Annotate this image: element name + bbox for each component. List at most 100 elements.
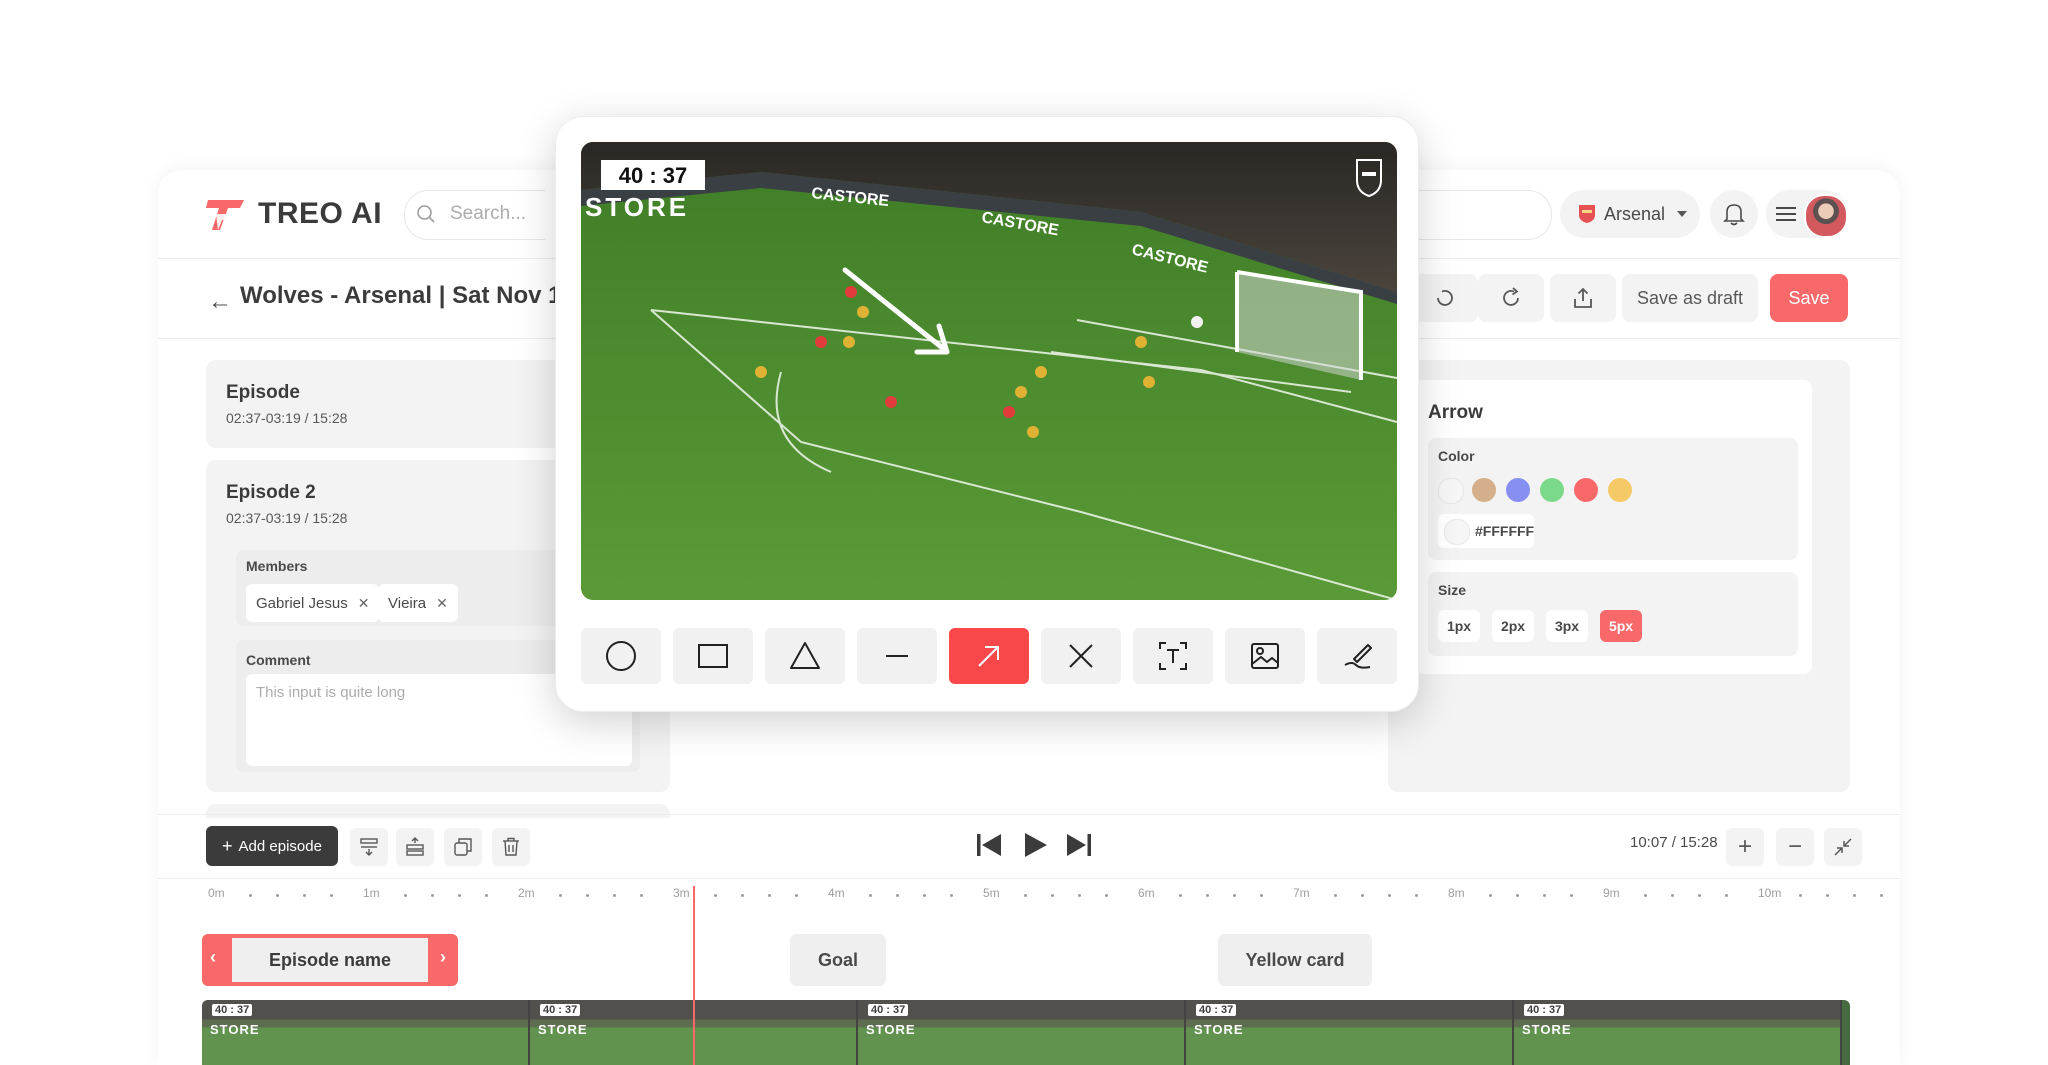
episode-card-partial[interactable] xyxy=(206,804,670,818)
size-option-1px[interactable]: 1px xyxy=(1438,610,1480,642)
member-chip[interactable]: Vieira ✕ xyxy=(378,584,458,622)
ruler-tick-dot xyxy=(714,894,717,897)
hamburger-menu-icon[interactable] xyxy=(1776,206,1796,222)
brand-name: TREO AI xyxy=(258,197,383,230)
size-option-2px[interactable]: 2px xyxy=(1492,610,1534,642)
ruler-tick-dot xyxy=(303,894,306,897)
pen-tool[interactable] xyxy=(1317,628,1397,684)
skip-back-icon[interactable] xyxy=(976,832,1002,858)
filmstrip-frame: 40 : 37 STORE xyxy=(202,1000,530,1065)
properties-title: Arrow xyxy=(1428,402,1483,423)
match-title: Wolves - Arsenal | Sat Nov 12 - xyxy=(240,282,590,309)
avatar[interactable] xyxy=(1804,194,1848,238)
comment-label: Comment xyxy=(246,652,311,668)
frame-clock: 40 : 37 xyxy=(1196,1004,1237,1016)
color-swatch-red[interactable] xyxy=(1574,478,1598,502)
notifications-button[interactable] xyxy=(1710,190,1758,238)
ruler-tick-dot xyxy=(1543,894,1546,897)
remove-member-icon[interactable]: ✕ xyxy=(358,595,370,612)
ruler-tick-dot xyxy=(586,894,589,897)
save-as-draft-button[interactable]: Save as draft xyxy=(1622,274,1758,322)
undo-button[interactable] xyxy=(1412,274,1478,322)
triangle-tool[interactable] xyxy=(765,628,845,684)
video-filmstrip[interactable]: 40 : 37 STORE 40 : 37 STORE 40 : 37 STORE 4… xyxy=(202,1000,1850,1065)
member-name: Vieira xyxy=(388,594,427,612)
skip-forward-icon[interactable] xyxy=(1066,832,1092,858)
chevron-left-icon[interactable]: ‹ xyxy=(210,947,216,968)
text-tool[interactable] xyxy=(1133,628,1213,684)
line-icon xyxy=(886,655,908,657)
ruler-tick-dot xyxy=(1671,894,1674,897)
ruler-tick-label: 0m xyxy=(208,886,225,900)
search-input-end[interactable] xyxy=(1415,190,1552,240)
color-swatch-white[interactable] xyxy=(1438,478,1464,504)
color-swatch-blue[interactable] xyxy=(1506,478,1530,502)
play-icon[interactable] xyxy=(1022,832,1048,858)
collapse-icon xyxy=(1834,838,1852,856)
plus-icon: + xyxy=(1737,833,1752,860)
line-tool[interactable] xyxy=(857,628,937,684)
redo-button[interactable] xyxy=(1478,274,1544,322)
size-option-5px[interactable]: 5px xyxy=(1600,610,1642,642)
video-frame[interactable]: CASTORE CASTORE CASTORE 40 : 37 STORE xyxy=(581,142,1397,600)
board-text: STORE xyxy=(585,192,689,222)
ruler-tick-dot xyxy=(1853,894,1856,897)
save-button[interactable]: Save xyxy=(1770,274,1848,322)
time-readout: 10:07 / 15:28 xyxy=(1630,834,1718,851)
ruler-tick-dot xyxy=(1799,894,1802,897)
filmstrip-frame: 40 : 37 STORE xyxy=(1186,1000,1514,1065)
event-tag-yellow-card[interactable]: Yellow card xyxy=(1218,934,1372,986)
undo-icon xyxy=(1437,290,1453,306)
zoom-out-button[interactable]: − xyxy=(1776,828,1814,866)
chevron-right-icon[interactable]: › xyxy=(440,947,446,968)
ruler-tick-label: 1m xyxy=(363,886,380,900)
filmstrip-frame: 40 : 37 STORE xyxy=(858,1000,1186,1065)
ruler-tick-dot xyxy=(896,894,899,897)
back-arrow-icon[interactable]: ← xyxy=(208,288,232,316)
ruler-tick-dot xyxy=(1826,894,1829,897)
size-option-3px[interactable]: 3px xyxy=(1546,610,1588,642)
frame-clock: 40 : 37 xyxy=(1524,1004,1565,1016)
ruler-tick-dot xyxy=(485,894,488,897)
ruler-tick-label: 5m xyxy=(983,886,1000,900)
match-clock: 40 : 37 xyxy=(619,163,688,188)
ruler-tick-dot xyxy=(1179,894,1182,897)
playback-top-divider xyxy=(158,814,1900,815)
plus-icon: + xyxy=(222,835,233,856)
share-button[interactable] xyxy=(1550,274,1616,322)
ruler-tick-dot xyxy=(613,894,616,897)
align-center-icon xyxy=(406,837,424,856)
member-chip[interactable]: Gabriel Jesus ✕ xyxy=(246,584,380,622)
chevron-down-icon xyxy=(1677,211,1688,217)
ruler-tick-dot xyxy=(768,894,771,897)
event-tag-goal[interactable]: Goal xyxy=(790,934,886,986)
team-selector[interactable]: Arsenal xyxy=(1560,190,1700,238)
circle-tool[interactable] xyxy=(581,628,661,684)
delete-button[interactable] xyxy=(492,828,530,866)
timeline-playhead[interactable] xyxy=(693,886,695,1065)
ruler-tick-dot xyxy=(1516,894,1519,897)
ruler-tick-label: 9m xyxy=(1603,886,1620,900)
zoom-in-button[interactable]: + xyxy=(1726,828,1764,866)
add-episode-button[interactable]: + Add episode xyxy=(206,826,338,866)
image-tool[interactable] xyxy=(1225,628,1305,684)
color-swatch-tan[interactable] xyxy=(1472,478,1496,502)
align-center-button[interactable] xyxy=(396,828,434,866)
arrow-tool[interactable] xyxy=(949,628,1029,684)
circle-icon xyxy=(606,641,636,671)
rectangle-tool[interactable] xyxy=(673,628,753,684)
image-icon xyxy=(1251,643,1279,669)
add-episode-label: Add episode xyxy=(238,837,322,855)
episode-time: 02:37-03:19 / 15:28 xyxy=(226,510,348,526)
ruler-tick-dot xyxy=(1698,894,1701,897)
duplicate-button[interactable] xyxy=(444,828,482,866)
remove-member-icon[interactable]: ✕ xyxy=(436,595,448,612)
ruler-tick-dot xyxy=(1415,894,1418,897)
collapse-button[interactable] xyxy=(1824,828,1862,866)
cross-tool[interactable] xyxy=(1041,628,1121,684)
ruler-tick-dot xyxy=(431,894,434,897)
color-swatch-yellow[interactable] xyxy=(1608,478,1632,502)
color-swatch-green[interactable] xyxy=(1540,478,1564,502)
frame-board-text: STORE xyxy=(1194,1022,1244,1037)
merge-down-button[interactable] xyxy=(350,828,388,866)
